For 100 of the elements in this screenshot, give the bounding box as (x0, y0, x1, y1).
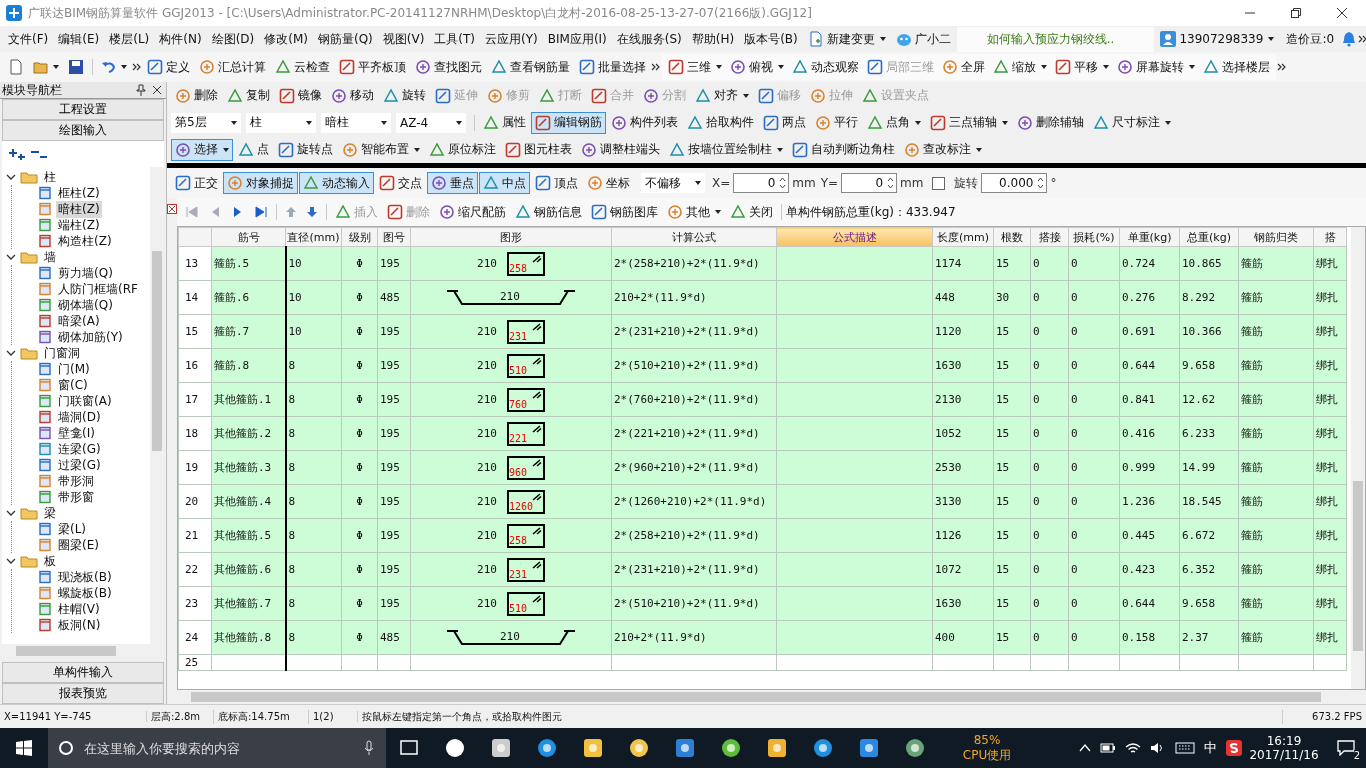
menu-item[interactable]: 绘图(D) (207, 28, 259, 50)
tree-item[interactable]: 暗梁(A) (56, 312, 102, 330)
toolbar-button[interactable]: 删除 (171, 84, 222, 107)
dropdown[interactable]: 第5层 (171, 112, 241, 133)
toolbar-button[interactable]: 全屏 (938, 56, 989, 78)
column-header[interactable]: 级别 (341, 227, 378, 247)
toolbar-button[interactable]: 自动判断边角柱 (788, 138, 899, 161)
toolbar-button[interactable]: 动态观察 (788, 56, 863, 78)
toolbar-button[interactable]: 云检查 (271, 56, 334, 78)
toolbar-button[interactable]: 调整柱端头 (577, 138, 664, 161)
toolbar-button[interactable]: 拾取构件 (683, 111, 758, 134)
number-field[interactable]: 0 (733, 173, 790, 193)
toolbar-button[interactable]: 对象捕捉 (223, 172, 298, 194)
tree-item[interactable]: 门(M) (56, 360, 92, 378)
tip-link[interactable]: 如何输入预应力钢绞线.. (956, 26, 1155, 52)
toolbar-button[interactable]: 点 (234, 138, 273, 161)
column-header[interactable]: 单重(kg) (1119, 227, 1180, 247)
toolbar-button[interactable]: 复制 (223, 84, 274, 107)
tree-item[interactable]: 人防门框墙(RF (56, 280, 140, 298)
nav-button[interactable]: 绘图输入 (2, 120, 164, 141)
toolbar-button[interactable]: 平行 (811, 111, 862, 134)
search-field[interactable]: 在这里输入你要搜索的内容 (48, 728, 386, 768)
toolbar-button[interactable]: 删除辅轴 (1013, 111, 1088, 134)
toolbar-button[interactable]: 按墙位置绘制柱 (665, 138, 787, 161)
toolbar-button[interactable]: 动态输入 (299, 172, 374, 194)
menu-item[interactable]: 楼层(L) (105, 28, 154, 50)
tree-item[interactable]: 墙 (42, 248, 58, 266)
toolbar-button[interactable]: 汇总计算 (195, 56, 270, 78)
column-header[interactable]: 公式描述 (776, 227, 933, 247)
tree-item[interactable]: 构造柱(Z) (56, 232, 114, 250)
scrollbar[interactable] (150, 167, 164, 644)
toolbar-button[interactable]: 图元柱表 (501, 138, 576, 161)
toolbar-button[interactable]: 移动 (327, 84, 378, 107)
toolbar-button[interactable]: 查看钢筋量 (487, 56, 574, 78)
toolbar-button[interactable]: 选择 (171, 138, 233, 161)
toolbar-button[interactable]: 关闭 (726, 201, 777, 223)
toolbar-button[interactable]: 三维 (664, 56, 726, 78)
toolbar-button[interactable]: 旋转点 (274, 138, 337, 161)
tree-item[interactable]: 壁龛(I) (56, 424, 97, 442)
tree-item[interactable]: 砌体墙(Q) (56, 296, 115, 314)
toolbar-button[interactable]: 两点 (759, 111, 810, 134)
menu-item[interactable]: 文件(F) (4, 28, 53, 50)
column-header[interactable]: 直径(mm) (285, 227, 342, 247)
tree-item[interactable]: 墙洞(D) (56, 408, 103, 426)
toolbar-button[interactable]: 镜像 (275, 84, 326, 107)
toolbar-button[interactable]: 查找图元 (411, 56, 486, 78)
column-header[interactable]: 钢筋归类 (1238, 227, 1314, 247)
menu-item[interactable]: 钢筋量(Q) (313, 28, 377, 50)
column-header[interactable]: 计算公式 (611, 227, 777, 247)
tree-item[interactable]: 连梁(G) (56, 440, 103, 458)
toolbar-button[interactable]: 尺寸标注 (1089, 111, 1175, 134)
input-method[interactable]: 中 (1204, 739, 1217, 757)
menu-item[interactable]: 版本号(B) (740, 28, 802, 50)
toolbar-button[interactable]: 正交 (171, 172, 222, 194)
menu-item[interactable]: BIM应用(I) (543, 28, 611, 50)
tree-item[interactable]: 端柱(Z) (56, 216, 102, 234)
nav-button[interactable]: 报表预览 (2, 683, 164, 704)
tree-item[interactable]: 带形窗 (56, 488, 96, 506)
toolbar-button[interactable]: 13907298339 (1156, 28, 1279, 50)
toolbar-button[interactable]: 构件列表 (607, 111, 682, 134)
tree-item[interactable]: 板 (42, 552, 58, 570)
toolbar-button[interactable]: 中点 (479, 172, 530, 194)
dropdown[interactable]: AZ-4 (396, 112, 466, 133)
toolbar-button[interactable]: 旋转 (379, 84, 430, 107)
menu-item[interactable]: 工具(T) (430, 28, 480, 50)
tree-item[interactable]: 框柱(Z) (56, 184, 102, 202)
column-header[interactable]: 搭 (1313, 227, 1347, 247)
column-header[interactable]: 损耗(%) (1068, 227, 1120, 247)
toolbar-button[interactable]: 交点 (375, 172, 426, 194)
number-field[interactable]: 0 (841, 173, 898, 193)
toolbar-button[interactable]: 对齐 (691, 84, 753, 107)
tree-item[interactable]: 柱 (42, 168, 58, 186)
number-field[interactable]: 0.000 (981, 173, 1048, 193)
toolbar-button[interactable]: 屏幕旋转 (1113, 56, 1199, 78)
column-header[interactable]: 总重(kg) (1179, 227, 1239, 247)
tree-item[interactable]: 暗柱(Z) (56, 200, 102, 218)
toolbar-button[interactable]: 广小二 (891, 28, 955, 50)
toolbar-button[interactable]: 其他 (663, 201, 725, 223)
tree-item[interactable]: 圈梁(E) (56, 536, 101, 554)
toolbar-button[interactable]: 定义 (143, 56, 194, 78)
column-header[interactable]: 长度(mm) (932, 227, 994, 247)
menu-item[interactable]: 编辑(E) (54, 28, 104, 50)
toolbar-button[interactable]: 钢筋图库 (587, 201, 662, 223)
toolbar-button[interactable]: 缩尺配筋 (435, 201, 510, 223)
tree-item[interactable]: 梁 (42, 504, 58, 522)
toolbar-button[interactable]: 属性 (479, 111, 530, 134)
toolbar-button[interactable]: 三点辅轴 (926, 111, 1012, 134)
column-header[interactable]: 图号 (377, 227, 411, 247)
toolbar-button[interactable]: 平齐板顶 (335, 56, 410, 78)
tree-item[interactable]: 窗(C) (56, 376, 90, 394)
menu-item[interactable]: 在线服务(S) (612, 28, 686, 50)
toolbar-button[interactable]: 原位标注 (425, 138, 500, 161)
toolbar-button[interactable]: 平移 (1051, 56, 1113, 78)
checkbox[interactable] (932, 176, 946, 190)
toolbar-button[interactable]: 垂点 (427, 172, 478, 194)
dropdown[interactable]: 柱 (246, 112, 316, 133)
toolbar-button[interactable]: 选择楼层 (1199, 56, 1274, 78)
menu-item[interactable]: 修改(M) (260, 28, 312, 50)
tree-item[interactable]: 带形洞 (56, 472, 96, 490)
nav-button[interactable]: 单构件输入 (2, 662, 164, 683)
